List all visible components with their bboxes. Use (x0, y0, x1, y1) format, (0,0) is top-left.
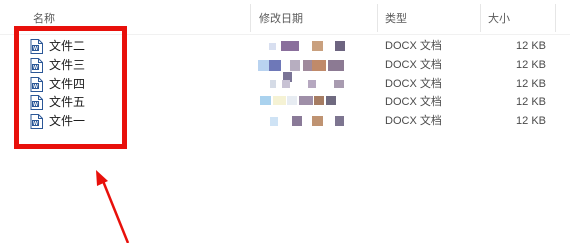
file-type: DOCX 文档 (385, 96, 442, 108)
column-divider[interactable] (480, 4, 481, 32)
file-type: DOCX 文档 (385, 78, 442, 90)
file-type: DOCX 文档 (385, 115, 442, 127)
modified-date-blurred (258, 93, 368, 112)
column-divider[interactable] (377, 4, 378, 32)
column-header-name[interactable]: 名称 (33, 12, 55, 26)
column-divider[interactable] (555, 4, 556, 32)
column-header-size[interactable]: 大小 (488, 12, 510, 26)
column-header-type[interactable]: 类型 (385, 12, 407, 26)
file-size: 12 KB (516, 78, 546, 90)
column-header-modified[interactable]: 修改日期 (259, 12, 303, 26)
file-type: DOCX 文档 (385, 40, 442, 52)
modified-date-blurred (258, 75, 368, 94)
column-divider[interactable] (250, 4, 251, 32)
file-size: 12 KB (516, 59, 546, 71)
file-size: 12 KB (516, 115, 546, 127)
file-size: 12 KB (516, 96, 546, 108)
file-type: DOCX 文档 (385, 59, 442, 71)
modified-date-blurred (258, 37, 368, 56)
modified-date-blurred (258, 56, 368, 82)
annotation-highlight-box (14, 26, 127, 149)
modified-date-blurred (258, 112, 368, 131)
file-size: 12 KB (516, 40, 546, 52)
